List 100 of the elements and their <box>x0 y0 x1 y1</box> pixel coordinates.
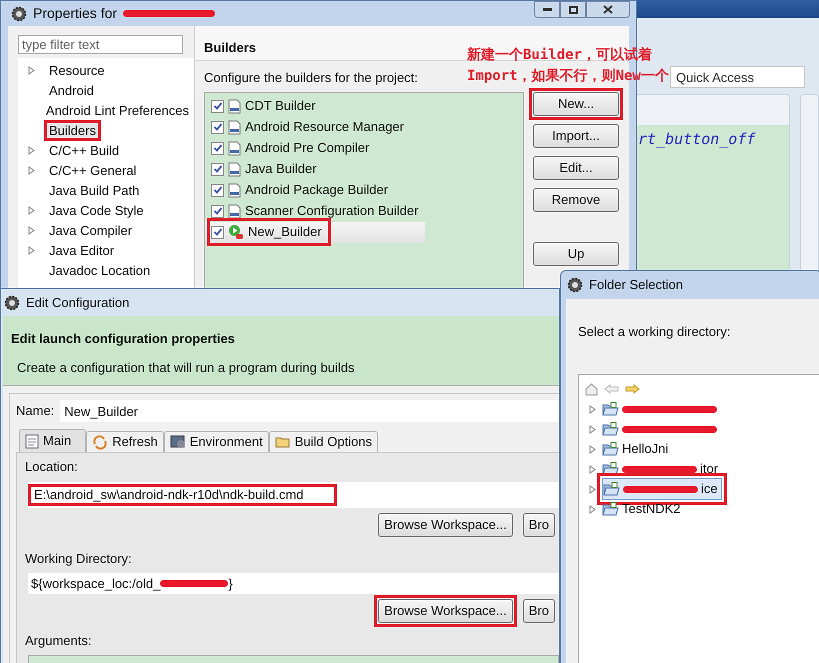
document-icon <box>25 434 39 448</box>
checkbox[interactable] <box>211 184 224 196</box>
binary-file-icon <box>228 162 241 176</box>
folder-label: ice <box>701 480 718 498</box>
tree-item[interactable]: Java Code Style <box>44 200 149 220</box>
tree-item[interactable]: Builders <box>44 120 101 140</box>
tab[interactable]: Main <box>19 429 86 452</box>
expand-arrow-icon[interactable] <box>28 226 36 234</box>
project-folder-icon <box>602 422 619 436</box>
code-line: rt_button_off <box>638 130 756 148</box>
expand-arrow-icon[interactable] <box>589 404 597 414</box>
annotation-text: 新建一个Builder，可以试着 <box>467 46 654 64</box>
tab[interactable]: Environment <box>164 431 269 452</box>
dialog-button[interactable]: Browse Workspace... <box>374 595 517 627</box>
checkbox[interactable] <box>211 204 224 218</box>
gear-icon <box>567 277 583 293</box>
quick-access-field[interactable]: Quick Access <box>670 66 805 88</box>
checkbox[interactable] <box>211 142 224 154</box>
location-label: Location: <box>25 458 79 476</box>
expand-arrow-icon[interactable] <box>589 484 597 494</box>
home-icon[interactable] <box>585 382 598 396</box>
header-title: Edit launch configuration properties <box>11 330 236 348</box>
tree-item[interactable]: Javadoc Location <box>44 260 156 280</box>
minimize-button[interactable] <box>534 1 560 18</box>
builder-label: Android Package Builder <box>245 181 388 200</box>
refresh-icon <box>92 434 108 450</box>
builder-label: CDT Builder <box>245 97 316 116</box>
folder-label: TestNDK2 <box>622 500 681 518</box>
expand-arrow-icon[interactable] <box>589 444 597 454</box>
close-button[interactable] <box>586 1 630 18</box>
gear-icon <box>4 294 20 310</box>
page-description: Configure the builders for the project: <box>204 69 418 87</box>
filter-field[interactable]: type filter text <box>18 35 183 54</box>
folder-label: HelloJni <box>622 440 668 458</box>
binary-file-icon <box>228 120 241 134</box>
builder-label: Java Builder <box>245 160 317 178</box>
forward-arrow-icon[interactable] <box>625 384 640 394</box>
tree-item[interactable]: Resource <box>44 60 110 80</box>
close-icon <box>603 5 613 14</box>
builder-label: Android Pre Compiler <box>245 139 370 158</box>
window-icon <box>170 435 186 449</box>
working-directory-label: Working Directory: <box>25 550 133 568</box>
binary-file-icon <box>228 204 241 218</box>
path-text: E:\android_sw\android-ndk-r10d\ndk-build.cmd <box>28 484 337 506</box>
tree-item[interactable]: C/C++ General <box>44 160 142 180</box>
tab[interactable]: Build Options <box>268 431 378 452</box>
arguments-label: Arguments: <box>25 632 92 650</box>
expand-arrow-icon[interactable] <box>589 424 597 434</box>
maximize-button[interactable] <box>560 1 586 18</box>
tree-item[interactable]: Java Compiler <box>44 220 138 240</box>
checkbox[interactable] <box>211 226 224 238</box>
arguments-field[interactable] <box>28 654 559 663</box>
back-arrow-icon[interactable] <box>604 384 619 394</box>
tree-item[interactable]: Java Build Path <box>44 180 144 200</box>
minimize-icon <box>542 8 552 11</box>
checkbox[interactable] <box>211 100 224 112</box>
gear-icon <box>11 6 27 22</box>
binary-file-icon <box>228 140 241 156</box>
page-title: Builders <box>204 39 256 58</box>
path-end: } <box>228 574 233 593</box>
project-folder-icon <box>603 482 620 496</box>
expand-arrow-icon[interactable] <box>589 464 597 474</box>
checkbox[interactable] <box>211 162 224 176</box>
path-start: ${workspace_loc:/old_ <box>31 574 160 593</box>
folder-icon <box>274 435 291 449</box>
folder-item[interactable]: TestNDK2 <box>602 499 684 519</box>
maximize-icon <box>568 6 578 14</box>
project-folder-icon <box>602 442 619 456</box>
checkbox[interactable] <box>211 120 224 134</box>
expand-arrow-icon[interactable] <box>28 146 36 154</box>
location-field[interactable]: E:\android_sw\android-ndk-r10d\ndk-build.cmd <box>28 482 559 508</box>
expand-arrow-icon[interactable] <box>589 504 597 514</box>
expand-arrow-icon[interactable] <box>28 166 36 174</box>
tree-item[interactable]: Java Editor <box>44 240 120 260</box>
dialog-button[interactable]: New... <box>529 88 623 120</box>
tab[interactable]: Refresh <box>86 431 164 452</box>
project-folder-icon <box>602 402 619 416</box>
tree-item[interactable]: C/C++ Build <box>44 140 124 160</box>
tree-item[interactable]: Android Lint Preferences <box>40 100 194 120</box>
window-title: Edit Configuration <box>26 294 130 312</box>
window-title: Properties for <box>33 4 118 23</box>
working-directory-field[interactable]: ${workspace_loc:/old_ } <box>28 573 559 594</box>
folder-label: itor <box>700 460 718 478</box>
builder-label: Android Resource Manager <box>245 118 404 136</box>
folder-item[interactable]: HelloJni <box>602 439 672 459</box>
window-title: Folder Selection <box>589 276 683 294</box>
name-label: Name: <box>16 402 54 420</box>
binary-file-icon <box>228 182 241 198</box>
expand-arrow-icon[interactable] <box>28 206 36 214</box>
builder-label: Scanner Configuration Builder <box>245 202 418 220</box>
header-subtitle: Create a configuration that will run a program during builds <box>16 358 356 377</box>
name-field[interactable]: New_Builder <box>60 400 559 422</box>
redaction-mark <box>160 580 228 587</box>
expand-arrow-icon[interactable] <box>28 66 36 74</box>
prompt-text: Select a working directory: <box>577 323 732 341</box>
project-folder-icon <box>602 502 619 516</box>
expand-arrow-icon[interactable] <box>28 246 36 254</box>
tree-item[interactable]: Android <box>44 80 99 100</box>
binary-file-icon <box>228 98 241 114</box>
builder-label: New_Builder <box>248 223 322 242</box>
